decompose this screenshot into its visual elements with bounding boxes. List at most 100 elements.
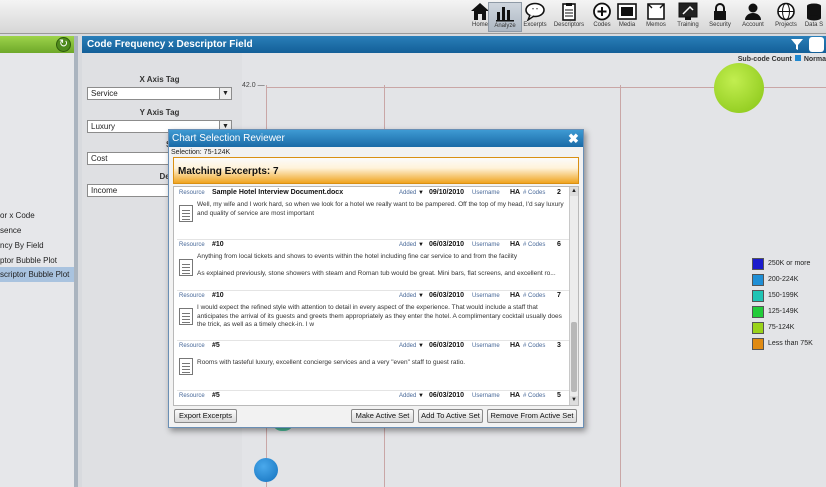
dialog-title-bar: Chart Selection Reviewer ✖ [169, 130, 583, 147]
sort-down-icon[interactable]: ▼ [418, 242, 424, 248]
memos-label: Memos [646, 22, 666, 28]
close-icon[interactable]: ✖ [566, 131, 581, 146]
username-field-label: Username [472, 293, 500, 299]
resource-value[interactable]: #10 [212, 241, 224, 248]
scroll-up-icon[interactable]: ▲ [570, 187, 578, 196]
analyze-button[interactable]: Analyze [488, 2, 522, 32]
projects-button[interactable]: Projects [769, 2, 803, 32]
excerpt-list[interactable]: Resource Sample Hotel Interview Document… [173, 186, 579, 406]
resource-field-label: Resource [179, 293, 205, 299]
added-date: 06/03/2010 [429, 292, 465, 299]
added-date: 09/10/2010 [429, 189, 465, 196]
added-field-label: Added [399, 393, 417, 399]
descriptors-button[interactable]: Descriptors [552, 2, 586, 32]
legend-item[interactable]: 150-199K [752, 290, 826, 306]
codes-field-label: # Codes [523, 242, 546, 248]
x-axis-tag-label: X Axis Tag [139, 75, 180, 84]
left-panel-item[interactable]: or x Code [0, 208, 74, 223]
username-value: HA [510, 189, 521, 196]
sort-down-icon[interactable]: ▼ [418, 343, 424, 349]
excerpt-item[interactable]: Resource #5 Added ▼ 06/03/2010 Username H… [177, 340, 569, 390]
database-icon [807, 3, 821, 21]
legend-label: 200-224K [768, 276, 799, 283]
bubble[interactable] [714, 63, 764, 113]
document-icon[interactable] [179, 259, 193, 276]
left-panel-item[interactable]: sence [0, 223, 74, 238]
legend-item[interactable]: 250K or more [752, 258, 826, 274]
legend-item[interactable]: Less than 75K [752, 338, 826, 354]
subcode-count-swatch[interactable] [794, 55, 801, 61]
scroll-down-icon[interactable]: ▼ [570, 396, 578, 405]
security-button[interactable]: Security [703, 2, 737, 32]
bubble[interactable] [254, 458, 278, 482]
clipboard-icon [562, 3, 576, 21]
document-icon[interactable] [179, 358, 193, 375]
legend-label: 125-149K [768, 308, 799, 315]
memos-button[interactable]: Memos [639, 2, 673, 32]
sort-down-icon[interactable]: ▼ [418, 293, 424, 299]
added-date: 06/03/2010 [429, 392, 465, 399]
account-button[interactable]: Account [736, 2, 770, 32]
person-icon [745, 3, 761, 20]
legend-item[interactable]: 200-224K [752, 274, 826, 290]
excerpt-item[interactable]: Resource #10 Added ▼ 06/03/2010 Username … [177, 290, 569, 340]
training-button[interactable]: Training [671, 2, 705, 32]
legend-item[interactable]: 75-124K [752, 322, 826, 338]
legend-label: Less than 75K [768, 340, 813, 347]
speech-bubble-icon: " " [525, 2, 545, 21]
excerpt-item[interactable]: Resource #5 Added ▼ 06/03/2010 Username H… [177, 390, 569, 405]
left-panel-item[interactable]: ptor Bubble Plot [0, 253, 74, 268]
legend-item[interactable]: 125-149K [752, 306, 826, 322]
resource-field-label: Resource [179, 393, 205, 399]
legend-swatch [752, 306, 764, 318]
legend-swatch [752, 290, 764, 302]
resource-value[interactable]: Sample Hotel Interview Document.docx [212, 189, 343, 196]
codes-field-label: # Codes [523, 393, 546, 399]
legend-swatch [752, 258, 764, 270]
bar-chart-icon [496, 7, 514, 22]
close-icon[interactable]: ​ [809, 37, 824, 52]
add-to-active-set-button[interactable]: Add To Active Set [418, 409, 483, 423]
data-sets-button[interactable]: Data S [802, 2, 826, 32]
x-axis-tag-select[interactable]: Service ▼ [87, 87, 232, 100]
chevron-down-icon[interactable]: ▼ [219, 88, 231, 99]
excerpt-item[interactable]: Resource Sample Hotel Interview Document… [177, 188, 569, 237]
codes-count: 7 [557, 292, 561, 299]
legend-label: 75-124K [768, 324, 795, 331]
added-field-label: Added [399, 293, 417, 299]
filter-icon[interactable] [790, 38, 804, 51]
y-tick-label: 42.0 — [242, 82, 265, 89]
legend-swatch [752, 274, 764, 286]
plus-circle-icon [593, 2, 611, 21]
refresh-icon[interactable]: ↻ [56, 37, 71, 52]
main-header: Code Frequency x Descriptor Field ​ [82, 36, 826, 53]
chart-selection-reviewer-dialog: Chart Selection Reviewer ✖ Selection: 75… [168, 129, 584, 428]
username-value: HA [510, 342, 521, 349]
resource-value[interactable]: #5 [212, 342, 220, 349]
excerpt-meta: Resource #5 Added ▼ 06/03/2010 Username H… [177, 391, 569, 403]
codes-field-label: # Codes [523, 343, 546, 349]
descriptors-label: Descriptors [553, 22, 585, 28]
y-axis-tag-value: Luxury [91, 122, 116, 131]
left-panel-item[interactable]: ncy By Field [0, 238, 74, 253]
resource-value[interactable]: #5 [212, 392, 220, 399]
document-icon[interactable] [179, 205, 193, 222]
matching-excerpts-header: Matching Excerpts: 7 [173, 157, 579, 184]
left-panel-item-selected[interactable]: scriptor Bubble Plot [0, 267, 74, 282]
sort-down-icon[interactable]: ▼ [418, 190, 424, 196]
username-field-label: Username [472, 242, 500, 248]
left-panel: ↻ or x Code sence ncy By Field ptor Bubb… [0, 36, 78, 487]
resource-field-label: Resource [179, 190, 205, 196]
excerpt-item[interactable]: Resource #10 Added ▼ 06/03/2010 Username … [177, 239, 569, 289]
excerpts-button[interactable]: " " Excerpts [518, 2, 552, 32]
scroll-thumb[interactable] [571, 322, 577, 392]
remove-from-active-set-button[interactable]: Remove From Active Set [487, 409, 577, 423]
sort-down-icon[interactable]: ▼ [418, 393, 424, 399]
make-active-set-button[interactable]: Make Active Set [351, 409, 414, 423]
lock-icon [714, 3, 726, 20]
x-axis-tag-value: Service [91, 89, 118, 98]
excerpt-scrollbar[interactable]: ▲ ▼ [569, 187, 578, 405]
resource-value[interactable]: #10 [212, 292, 224, 299]
document-icon[interactable] [179, 308, 193, 325]
export-excerpts-button[interactable]: Export Excerpts [174, 409, 237, 423]
